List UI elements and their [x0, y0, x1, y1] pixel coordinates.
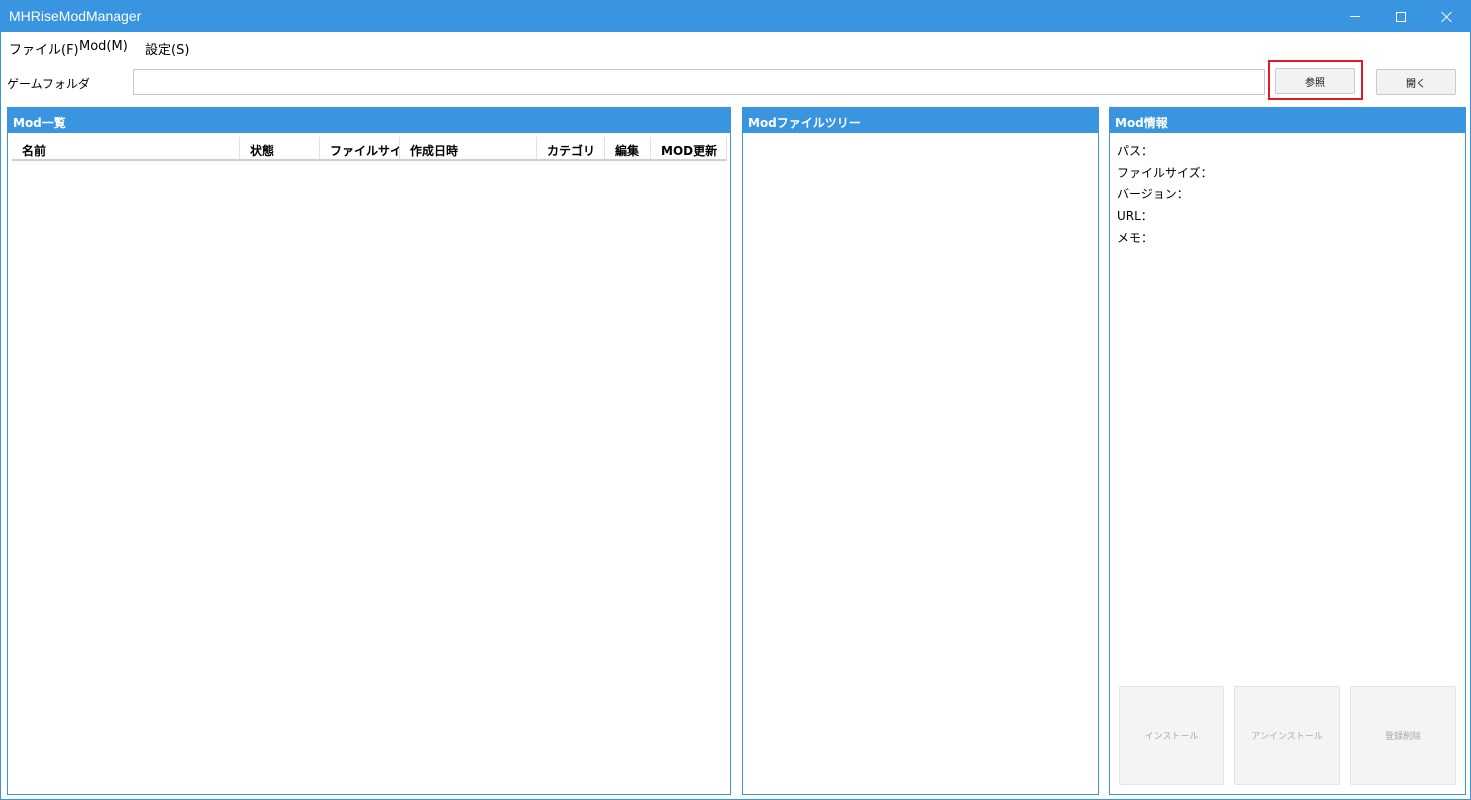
delete-registration-button[interactable]: 登録削除	[1350, 686, 1456, 785]
column-header-filesize[interactable]: ファイルサイズ	[320, 137, 400, 159]
column-header-status[interactable]: 状態	[240, 137, 320, 159]
browse-button[interactable]: 参照	[1275, 68, 1355, 94]
info-path-label: パス：	[1117, 144, 1154, 158]
window-title: MHRiseModManager	[9, 8, 142, 24]
mod-info-title: Mod情報	[1110, 108, 1465, 133]
open-button[interactable]: 開く	[1376, 69, 1456, 95]
menu-settings[interactable]: 設定(S)	[145, 39, 189, 58]
mod-table-header: 名前 状態 ファイルサイズ 作成日時 カテゴリ 編集 MOD更新	[12, 137, 727, 161]
game-folder-input[interactable]	[133, 69, 1265, 95]
column-header-created[interactable]: 作成日時	[400, 137, 537, 159]
info-version-label: バージョン：	[1117, 187, 1189, 201]
minimize-icon	[1350, 16, 1360, 17]
mod-info-panel: Mod情報 パス： ファイルサイズ： バージョン： URL： メモ： インストー…	[1109, 107, 1466, 795]
info-memo-label: メモ：	[1117, 231, 1154, 245]
app-window: MHRiseModManager ファイル(F) Mod(M) 設定(S) ゲー…	[0, 0, 1471, 800]
title-bar[interactable]: MHRiseModManager	[1, 1, 1470, 32]
maximize-button[interactable]	[1378, 1, 1424, 32]
menu-file[interactable]: ファイル(F)	[9, 39, 79, 58]
close-icon	[1441, 11, 1453, 23]
install-button[interactable]: インストール	[1119, 686, 1224, 785]
column-header-name[interactable]: 名前	[12, 137, 240, 159]
mod-tree-title: Modファイルツリー	[743, 108, 1098, 133]
menu-bar: ファイル(F) Mod(M) 設定(S)	[1, 34, 1470, 60]
mod-tree-panel: Modファイルツリー	[742, 107, 1099, 795]
column-header-mod-update[interactable]: MOD更新	[651, 137, 727, 159]
menu-mod[interactable]: Mod(M)	[79, 39, 128, 54]
maximize-icon	[1396, 11, 1406, 22]
mod-list-panel: Mod一覧 名前 状態 ファイルサイズ 作成日時 カテゴリ 編集 MOD更新	[7, 107, 731, 795]
minimize-button[interactable]	[1332, 1, 1378, 32]
mod-list-title: Mod一覧	[8, 108, 730, 133]
column-header-category[interactable]: カテゴリ	[537, 137, 605, 159]
uninstall-button[interactable]: アンインストール	[1234, 686, 1340, 785]
game-folder-label: ゲームフォルダ	[7, 77, 90, 91]
close-button[interactable]	[1424, 1, 1470, 32]
info-filesize-label: ファイルサイズ：	[1117, 166, 1213, 180]
column-header-edit[interactable]: 編集	[605, 137, 651, 159]
info-url-label: URL：	[1117, 209, 1153, 223]
